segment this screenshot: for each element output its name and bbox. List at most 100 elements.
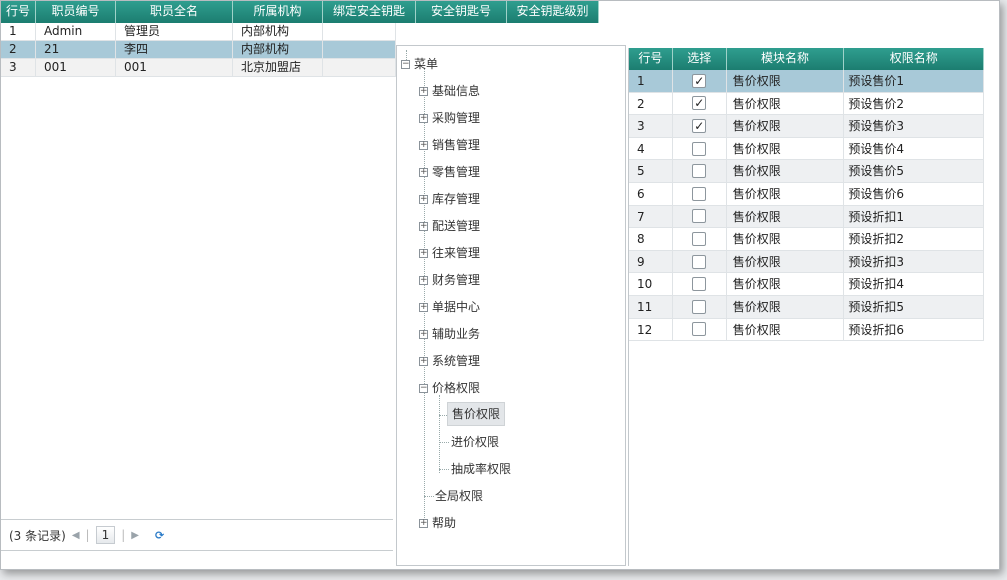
tree-node[interactable]: + 单据中心: [419, 297, 480, 317]
table-row[interactable]: 1 ✓ 售价权限 预设售价1: [629, 70, 984, 93]
expand-icon[interactable]: +: [419, 140, 428, 150]
tree-node[interactable]: + 财务管理: [419, 270, 480, 290]
prev-page-icon[interactable]: ◀: [72, 530, 80, 541]
tree-node[interactable]: + 配送管理: [419, 216, 480, 236]
expand-icon[interactable]: +: [419, 194, 428, 204]
tree-node[interactable]: + 系统管理: [419, 351, 480, 371]
expand-icon[interactable]: +: [419, 248, 428, 258]
module-name: 售价权限: [727, 115, 845, 137]
row-no: 3: [629, 115, 673, 137]
col-header-row-no[interactable]: 行号: [1, 1, 36, 23]
tree-node-label: 采购管理: [432, 111, 481, 125]
expand-icon[interactable]: +: [419, 221, 428, 231]
collapse-icon[interactable]: −: [401, 59, 410, 69]
expand-icon[interactable]: +: [419, 113, 428, 123]
permission-name: 预设折扣1: [844, 205, 984, 228]
tree-node[interactable]: + 零售管理: [419, 162, 480, 182]
refresh-icon[interactable]: ⟳: [155, 529, 164, 542]
table-row[interactable]: 6 售价权限 预设售价6: [629, 182, 984, 206]
tree-node[interactable]: + 基础信息: [419, 81, 480, 101]
select-checkbox[interactable]: [692, 322, 707, 337]
select-checkbox[interactable]: [692, 141, 707, 156]
col-header-key-level[interactable]: 安全钥匙级别: [507, 1, 599, 23]
col-header-org[interactable]: 所属机构: [233, 1, 323, 23]
select-checkbox[interactable]: ✓: [692, 73, 707, 88]
module-name: 售价权限: [727, 273, 845, 295]
collapse-icon[interactable]: −: [419, 383, 428, 393]
select-checkbox[interactable]: [692, 231, 707, 246]
tree-node[interactable]: + 帮助: [419, 513, 456, 533]
tree-node[interactable]: + 销售管理: [419, 135, 480, 155]
table-row[interactable]: 10 售价权限 预设折扣4: [629, 273, 984, 296]
col-header-module[interactable]: 模块名称: [727, 48, 845, 70]
col-header-bind-key[interactable]: 绑定安全钥匙: [323, 1, 416, 23]
permission-name: 预设折扣2: [844, 228, 984, 250]
col-header-select[interactable]: 选择: [673, 48, 727, 70]
select-cell: [673, 273, 727, 295]
tree-node-label: 基础信息: [432, 84, 481, 98]
table-row[interactable]: 11 售价权限 预设折扣5: [629, 295, 984, 319]
select-checkbox[interactable]: ✓: [692, 96, 707, 111]
employee-extra: [323, 23, 396, 40]
table-row[interactable]: 12 售价权限 预设折扣6: [629, 318, 984, 342]
expand-icon[interactable]: +: [419, 329, 428, 339]
table-row[interactable]: 2 ✓ 售价权限 预设售价2: [629, 92, 984, 116]
next-page-icon[interactable]: ▶: [131, 530, 139, 541]
row-no: 8: [629, 228, 673, 250]
select-checkbox[interactable]: [692, 164, 707, 179]
row-no: 5: [629, 160, 673, 182]
employee-extra: [323, 59, 396, 76]
col-header-row-no[interactable]: 行号: [629, 48, 673, 70]
expand-icon[interactable]: +: [419, 302, 428, 312]
table-row[interactable]: 3 ✓ 售价权限 预设售价3: [629, 115, 984, 138]
select-checkbox[interactable]: [692, 186, 707, 201]
tree-node[interactable]: + 往来管理: [419, 243, 480, 263]
table-row[interactable]: 1 Admin 管理员 内部机构: [1, 23, 396, 41]
tree-node-selected[interactable]: 售价权限: [447, 402, 506, 426]
table-row[interactable]: 5 售价权限 预设售价5: [629, 160, 984, 183]
employee-extra: [323, 41, 396, 58]
expand-icon[interactable]: +: [419, 167, 428, 177]
table-row[interactable]: 7 售价权限 预设折扣1: [629, 205, 984, 229]
table-row[interactable]: 2 21 李四 内部机构: [1, 41, 396, 59]
employee-code: Admin: [36, 23, 116, 40]
table-row[interactable]: 3 001 001 北京加盟店: [1, 59, 396, 77]
tree-node-label: 抽成率权限: [451, 462, 512, 476]
expand-icon[interactable]: +: [419, 275, 428, 285]
select-cell: ✓: [673, 115, 727, 137]
tree-node[interactable]: + 库存管理: [419, 189, 480, 209]
table-row[interactable]: 8 售价权限 预设折扣2: [629, 228, 984, 251]
permission-name: 预设售价1: [844, 70, 984, 92]
expand-icon[interactable]: +: [419, 86, 428, 96]
tree-node[interactable]: 全局权限: [435, 486, 483, 506]
row-no: 6: [629, 182, 673, 205]
col-header-permission[interactable]: 权限名称: [844, 48, 984, 70]
select-checkbox[interactable]: [692, 299, 707, 314]
tree-node-label: 零售管理: [432, 165, 481, 179]
select-checkbox[interactable]: ✓: [692, 118, 707, 133]
select-checkbox[interactable]: [692, 209, 707, 224]
permission-name: 预设折扣5: [844, 295, 984, 318]
tree-node-label: 售价权限: [447, 402, 506, 426]
tree-node-label: 系统管理: [432, 354, 481, 368]
select-checkbox[interactable]: [692, 277, 707, 292]
col-header-employee-code[interactable]: 职员编号: [36, 1, 116, 23]
page-number-button[interactable]: 1: [95, 526, 116, 544]
tree-node[interactable]: + 采购管理: [419, 108, 480, 128]
tree-node[interactable]: 抽成率权限: [451, 459, 511, 479]
tree-node[interactable]: − 价格权限: [419, 378, 480, 398]
select-checkbox[interactable]: [692, 254, 707, 269]
expand-icon[interactable]: +: [419, 518, 428, 528]
module-name: 售价权限: [727, 228, 845, 250]
tree-node-root[interactable]: − 菜单: [401, 54, 438, 74]
expand-icon[interactable]: +: [419, 356, 428, 366]
col-header-employee-name[interactable]: 职员全名: [116, 1, 233, 23]
col-header-key-no[interactable]: 安全钥匙号: [416, 1, 507, 23]
permission-name: 预设售价6: [844, 182, 984, 205]
tree-node[interactable]: 进价权限: [451, 432, 499, 452]
row-no: 12: [629, 318, 673, 341]
table-row[interactable]: 4 售价权限 预设售价4: [629, 137, 984, 161]
table-row[interactable]: 9 售价权限 预设折扣3: [629, 250, 984, 274]
tree-node[interactable]: + 辅助业务: [419, 324, 480, 344]
permission-name: 预设折扣3: [844, 250, 984, 273]
